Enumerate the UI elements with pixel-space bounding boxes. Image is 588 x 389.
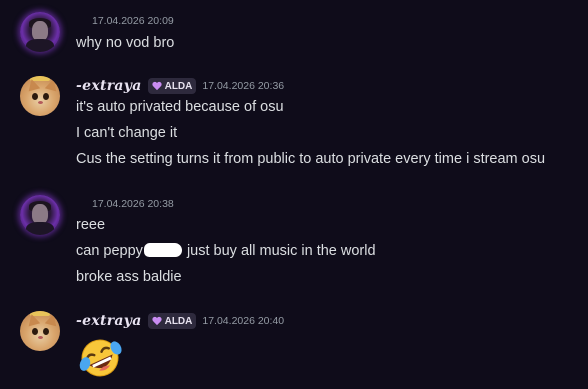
user-avatar[interactable] (20, 12, 60, 52)
message-header: 17.04.2026 20:09 (76, 13, 174, 29)
message-text-part: just buy all music in the world (182, 243, 376, 259)
message-timestamp[interactable]: 17.04.2026 20:40 (202, 315, 284, 327)
server-tag[interactable]: ALDA (147, 313, 197, 329)
message-text-part: can peppy (76, 243, 143, 259)
username[interactable]: -𝒆𝒙𝒕𝒓𝒂𝒚𝒂 (76, 313, 142, 329)
message-timestamp[interactable]: 17.04.2026 20:36 (202, 80, 284, 92)
user-avatar[interactable] (20, 76, 60, 116)
message-header: 17.04.2026 20:38 (76, 196, 174, 212)
message-header: -𝒆𝒙𝒕𝒓𝒂𝒚𝒂 ALDA 17.04.2026 20:40 (76, 313, 284, 329)
rolling-on-floor-laughing-emoji[interactable] (76, 336, 124, 380)
message-text: Cus the setting turns it from public to … (76, 151, 546, 167)
chat-message-list: 17.04.2026 20:09 why no vod bro -𝒆𝒙𝒕𝒓𝒂𝒚𝒂… (0, 0, 588, 389)
message-text: I can't change it (76, 125, 178, 141)
message-text: can peppy just buy all music in the worl… (76, 242, 376, 260)
message-text: reee (76, 217, 106, 233)
server-tag-label: ALDA (164, 315, 193, 327)
message-timestamp[interactable]: 17.04.2026 20:38 (92, 198, 174, 210)
message-text: why no vod bro (76, 35, 175, 51)
message-header: -𝒆𝒙𝒕𝒓𝒂𝒚𝒂 ALDA 17.04.2026 20:36 (76, 78, 284, 94)
user-avatar[interactable] (20, 311, 60, 351)
server-tag[interactable]: ALDA (147, 78, 197, 94)
server-tag-label: ALDA (164, 80, 193, 92)
message-text: it's auto privated because of osu (76, 99, 284, 115)
heart-icon (152, 82, 162, 91)
message-text: broke ass baldie (76, 269, 182, 285)
username[interactable]: -𝒆𝒙𝒕𝒓𝒂𝒚𝒂 (76, 78, 142, 94)
message-timestamp[interactable]: 17.04.2026 20:09 (92, 15, 174, 27)
redaction-scribble (143, 243, 182, 257)
heart-icon (152, 317, 162, 326)
user-avatar[interactable] (20, 195, 60, 235)
